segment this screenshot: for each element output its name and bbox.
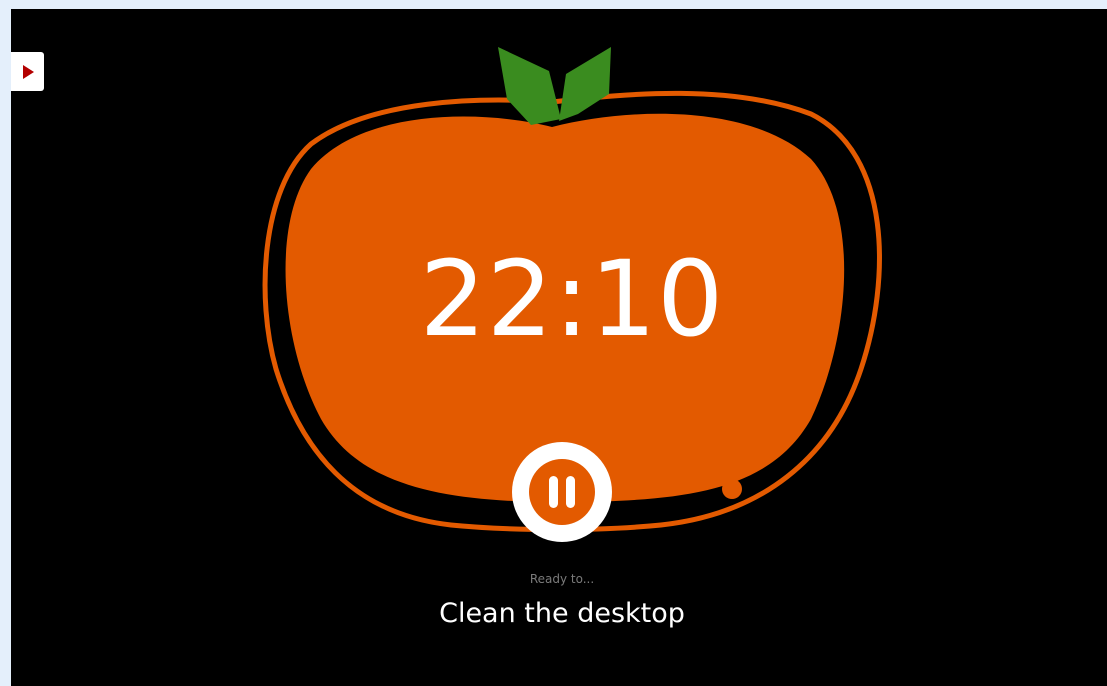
pause-bar-right [566,476,575,508]
leaf-left [498,47,561,125]
pomodoro-app: 22:10 Ready to... Clean the desktop [11,9,1107,686]
pause-icon [529,459,595,525]
pause-button[interactable] [512,442,612,542]
timer-display: 22:10 [419,238,725,360]
pause-bar-left [549,476,558,508]
leaf-right [559,47,611,121]
task-label: Clean the desktop [439,598,685,629]
progress-dot [722,479,742,499]
ready-label: Ready to... [529,572,595,586]
